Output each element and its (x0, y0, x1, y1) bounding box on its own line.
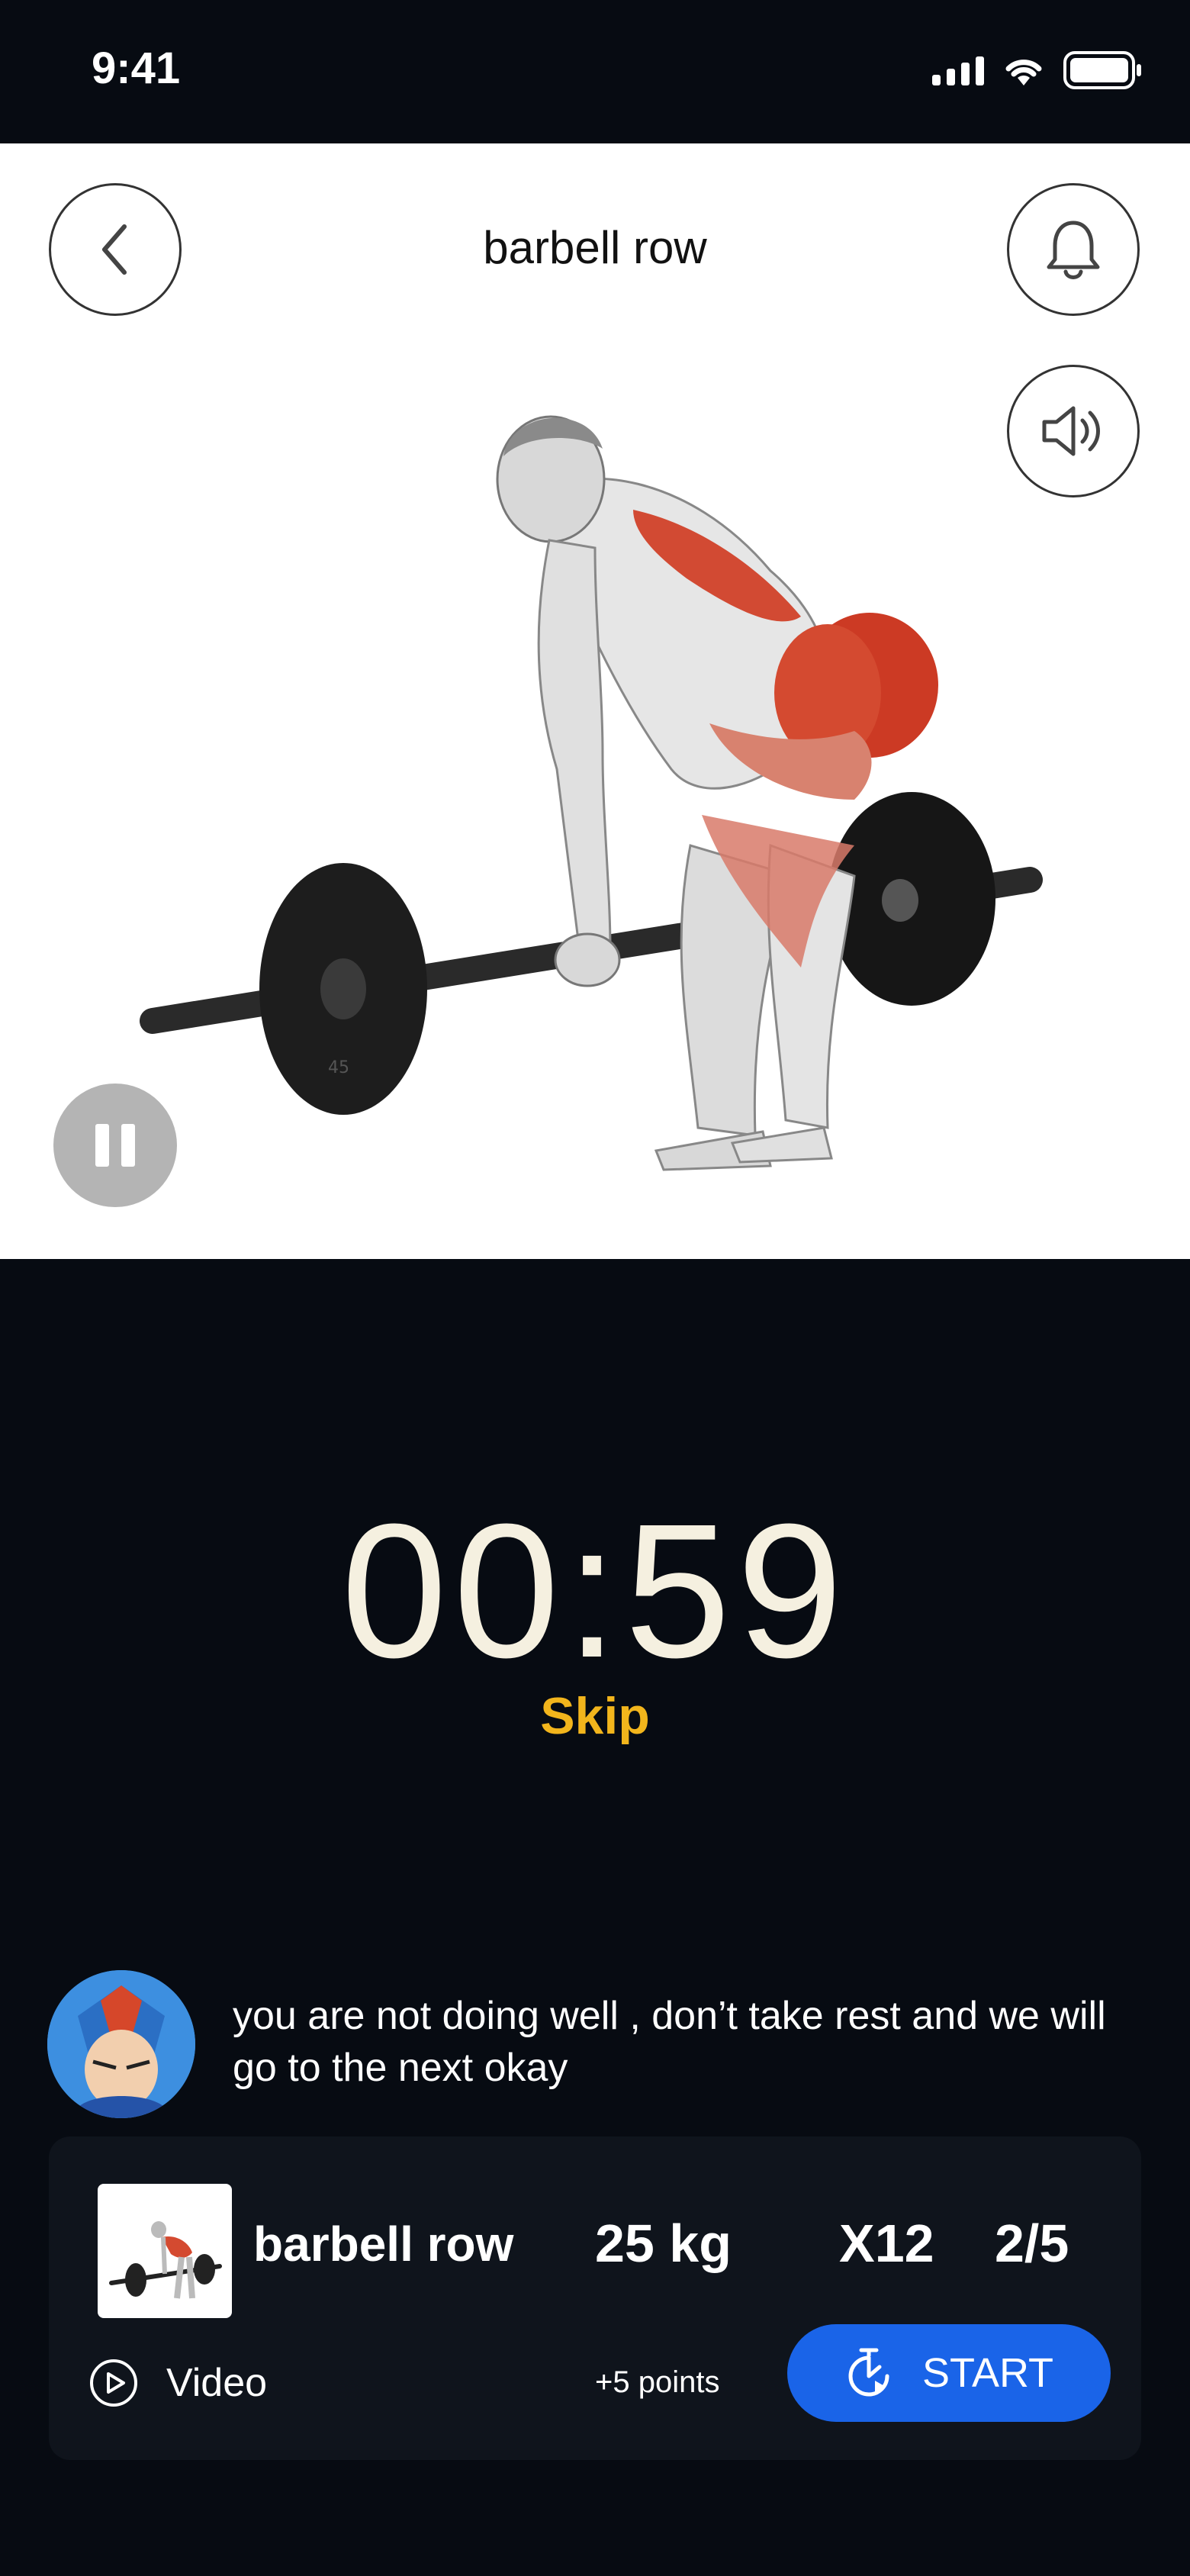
play-circle-icon (90, 2359, 137, 2407)
exercise-name: barbell row (253, 2217, 514, 2272)
exercise-illustration: 45 (140, 415, 1043, 1171)
start-button[interactable]: START (787, 2324, 1111, 2422)
svg-text:45: 45 (328, 1058, 349, 1077)
countdown-timer: 00:59 (341, 1484, 849, 1697)
start-label: START (921, 2350, 1054, 2396)
pause-icon-bar (121, 1124, 135, 1167)
pause-button[interactable] (53, 1084, 177, 1207)
exercise-thumbnail[interactable] (98, 2184, 232, 2318)
chevron-left-icon (102, 224, 127, 275)
pause-icon (95, 1124, 109, 1167)
exercise-hero: 45 barbell row (0, 143, 1190, 1259)
stopwatch-icon (848, 2348, 889, 2397)
back-button[interactable] (49, 183, 182, 316)
exercise-card: barbell row 25 kg X12 2/5 Video +5 point… (49, 2136, 1141, 2460)
status-bar: 9:41 (0, 0, 1190, 143)
video-button[interactable]: Video (88, 2358, 267, 2408)
cellular-signal-icon (932, 55, 984, 85)
sound-toggle-button[interactable] (1007, 365, 1140, 497)
speaker-icon (1042, 406, 1100, 456)
exercise-sets-progress: 2/5 (995, 2214, 1069, 2273)
coach-avatar (47, 1970, 195, 2118)
exercise-reps: X12 (839, 2214, 934, 2273)
coach-avatar-image (47, 1970, 195, 2118)
notification-button[interactable] (1007, 183, 1140, 316)
exercise-weight: 25 kg (595, 2214, 732, 2273)
status-time: 9:41 (92, 43, 181, 93)
points-reward: +5 points (595, 2365, 720, 2399)
battery-icon (1063, 51, 1141, 89)
exercise-thumbnail-image (109, 2221, 222, 2299)
bell-icon (1047, 221, 1100, 279)
wifi-icon (1005, 60, 1042, 85)
video-label: Video (166, 2361, 268, 2405)
skip-button[interactable]: Skip (0, 1686, 1190, 1746)
coach-message: you are not doing well , don’t take rest… (233, 1994, 1106, 2090)
status-icons (932, 47, 1143, 93)
